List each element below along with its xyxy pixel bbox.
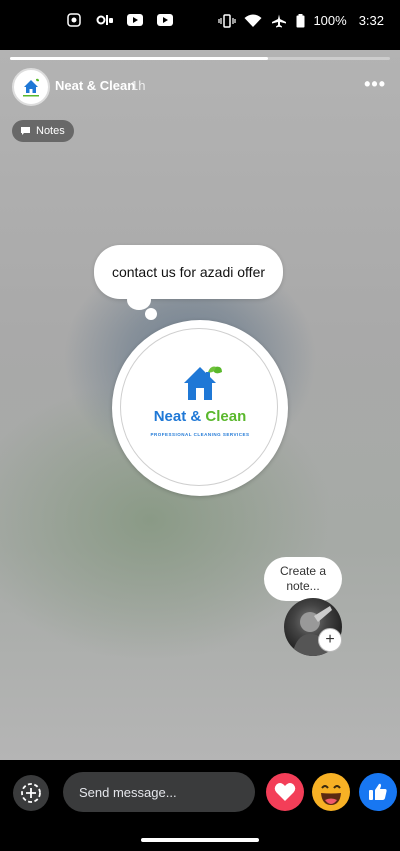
thumbs-up-icon: [369, 783, 387, 800]
story-progress-bar: [10, 57, 390, 60]
airplane-mode-icon: [272, 14, 287, 27]
bottom-bar: [0, 760, 400, 851]
story-progress-fill: [10, 57, 269, 60]
logo-subtitle: PROFESSIONAL CLEANING SERVICES: [150, 432, 250, 437]
wifi-icon: [244, 14, 262, 27]
vibrate-icon: [218, 13, 237, 28]
house-logo-icon: [23, 78, 39, 97]
haha-reaction-button[interactable]: [312, 773, 350, 811]
create-note-label: Create a note...: [279, 564, 327, 593]
youtube-icon-2: [157, 14, 173, 26]
story-time: 1h: [131, 78, 146, 93]
send-message-input[interactable]: [63, 772, 255, 812]
house-icon: [184, 366, 222, 400]
create-note-bubble[interactable]: Create a note...: [264, 557, 342, 601]
logo-title: Neat & Clean: [153, 408, 247, 425]
bubble-tail-small: [145, 308, 157, 320]
laughing-face-icon: [321, 785, 341, 805]
bubble-tail-large: [127, 290, 151, 310]
like-reaction-button[interactable]: [359, 773, 397, 811]
youtube-icon: [127, 14, 143, 26]
story-viewer: 100% 3:32 Neat & Clean 1h ••• Notes cont…: [0, 0, 400, 851]
brand-logo-circle: Neat & Clean PROFESSIONAL CLEANING SERVI…: [112, 320, 288, 496]
status-bar: 100% 3:32: [0, 0, 400, 50]
story-content[interactable]: Neat & Clean 1h ••• Notes contact us for…: [0, 50, 400, 760]
story-header: Neat & Clean 1h •••: [10, 68, 390, 106]
page-avatar[interactable]: [12, 68, 50, 106]
note-bubble: contact us for azadi offer: [94, 245, 283, 299]
add-story-button[interactable]: [13, 775, 49, 811]
ola-icon: [96, 15, 113, 25]
notes-chip-label: Notes: [36, 125, 65, 137]
notes-chip[interactable]: Notes: [12, 120, 74, 142]
note-bubble-text: contact us for azadi offer: [111, 264, 266, 280]
clock: 3:32: [358, 13, 384, 28]
love-reaction-button[interactable]: [266, 773, 304, 811]
heart-icon: [274, 783, 296, 801]
add-note-plus-button[interactable]: +: [318, 628, 342, 652]
battery-icon: [296, 13, 305, 27]
page-name[interactable]: Neat & Clean: [55, 78, 135, 93]
battery-percent: 100%: [313, 13, 347, 28]
home-indicator[interactable]: [141, 838, 259, 842]
screen-record-icon: [67, 13, 81, 27]
more-options-button[interactable]: •••: [364, 74, 386, 95]
add-circle-icon: [21, 783, 41, 803]
speech-bubble-icon: [21, 127, 30, 135]
